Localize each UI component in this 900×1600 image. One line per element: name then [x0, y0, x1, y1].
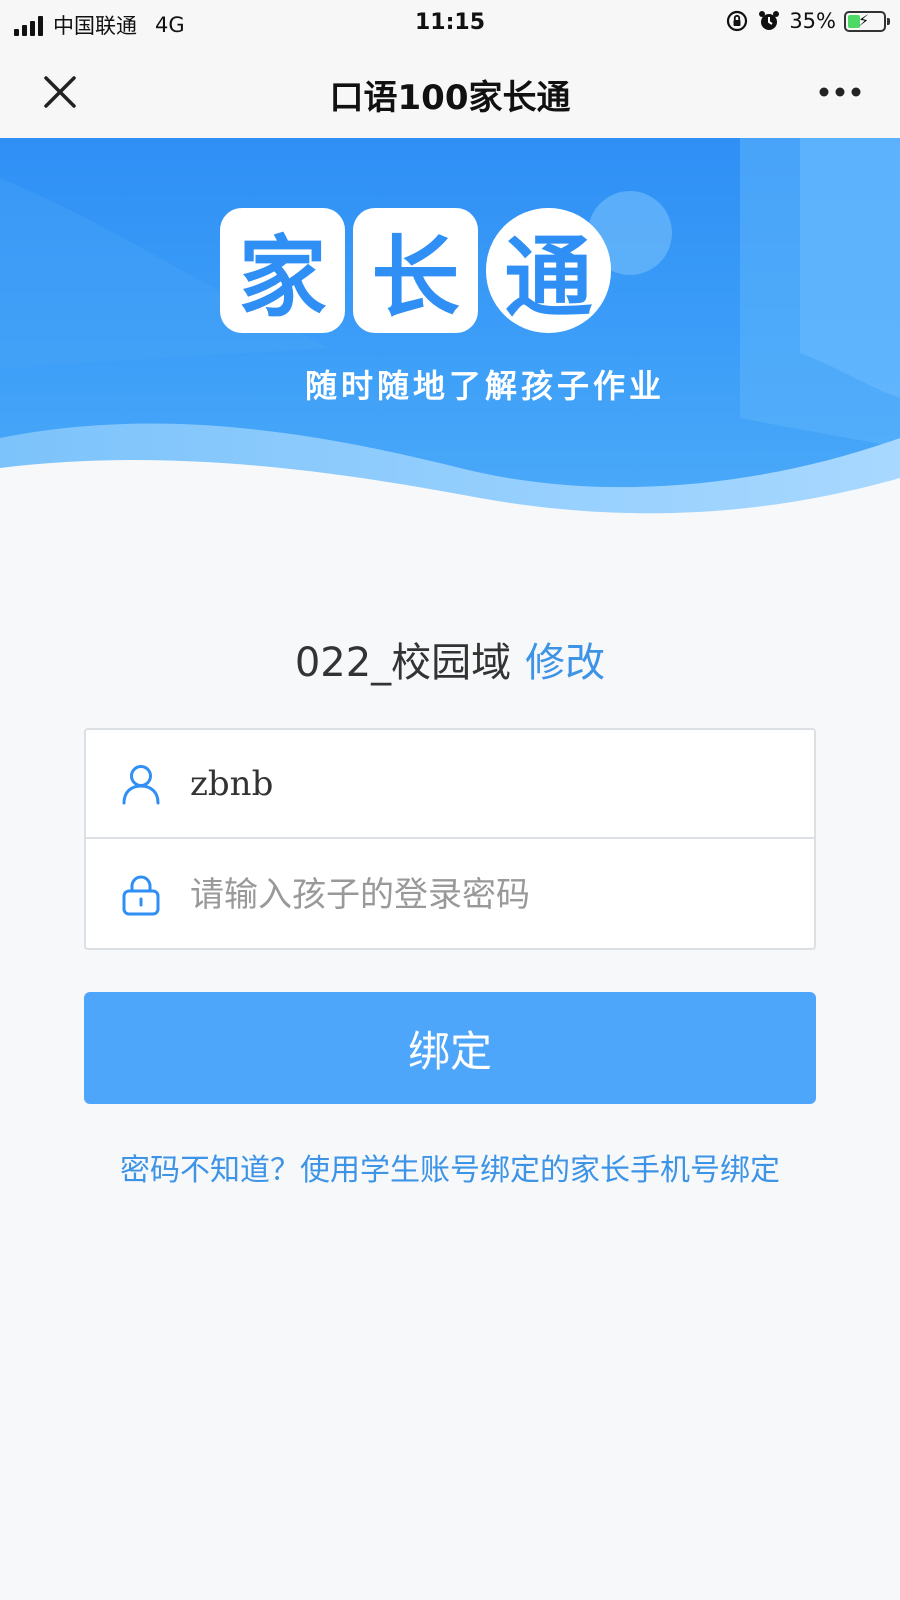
logo-char: 通	[486, 208, 611, 333]
phone-bind-link[interactable]: 密码不知道？使用学生账号绑定的家长手机号绑定	[0, 1145, 900, 1189]
banner: 家 长 通 随时随地了解孩子作业	[0, 138, 900, 518]
school-domain-row: 022_校园域 修改	[0, 630, 900, 688]
username-input[interactable]	[190, 763, 750, 804]
username-row	[86, 730, 814, 839]
battery-charging-icon: ⚡	[844, 10, 890, 32]
page-title: 口语100家长通	[329, 78, 571, 118]
banner-slogan: 随时随地了解孩子作业	[305, 367, 666, 405]
nav-bar: 口语100家长通	[0, 46, 900, 138]
battery-percent: 35%	[789, 9, 836, 33]
status-bar: 中国联通 4G 11:15 35% ⚡	[0, 0, 900, 46]
banner-logo: 家 长 通	[220, 208, 611, 333]
school-domain: 022_校园域	[294, 640, 512, 686]
bind-form	[84, 728, 816, 950]
rotation-lock-icon	[727, 10, 748, 32]
more-icon[interactable]	[818, 82, 862, 102]
password-row	[86, 840, 814, 949]
user-icon	[122, 764, 160, 804]
logo-char: 家	[220, 208, 345, 333]
logo-char: 长	[353, 208, 478, 333]
alarm-icon	[759, 11, 780, 30]
edit-domain-link[interactable]: 修改	[525, 640, 605, 686]
bind-button[interactable]: 绑定	[84, 992, 816, 1104]
lock-icon	[122, 875, 160, 915]
password-input[interactable]	[190, 874, 750, 915]
status-right: 35% ⚡	[725, 9, 890, 33]
